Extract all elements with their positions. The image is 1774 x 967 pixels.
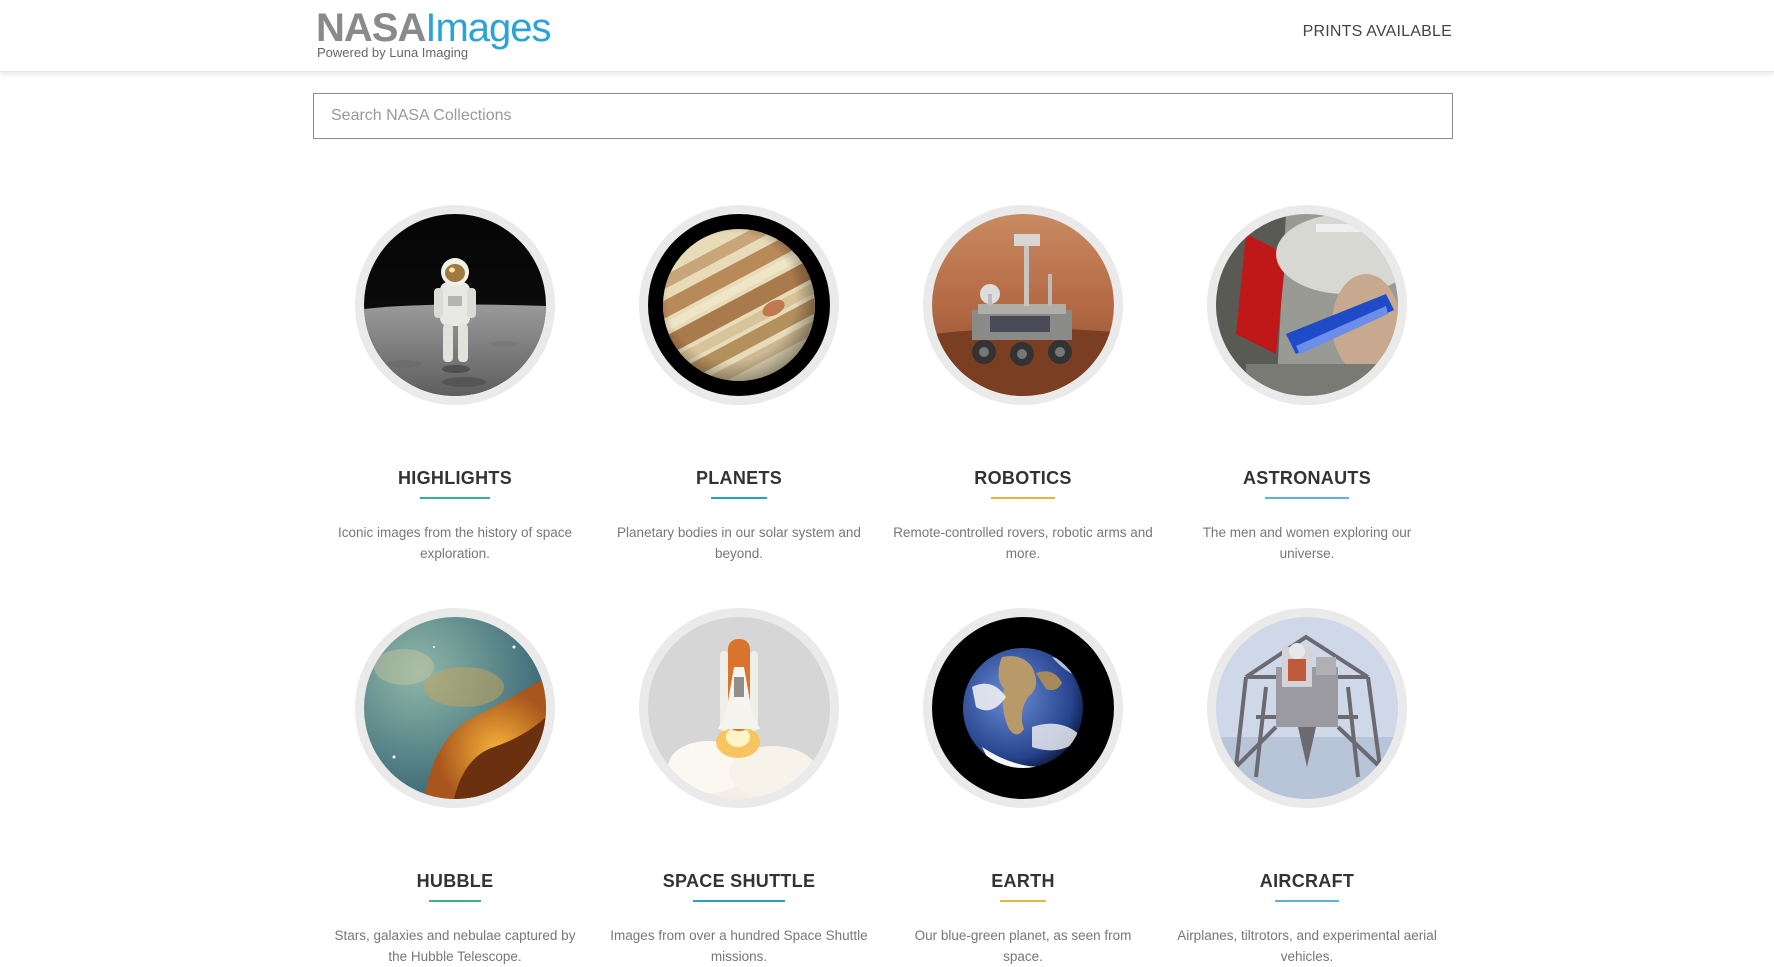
collection-description: Iconic images from the history of space … bbox=[337, 525, 573, 561]
mars-rover-image bbox=[932, 214, 1114, 396]
collection-thumbnail-planets[interactable] bbox=[639, 205, 839, 405]
collection-title[interactable]: AIRCRAFT bbox=[1165, 871, 1449, 892]
logo-nasa-text: NASA bbox=[316, 6, 426, 50]
collection-thumbnail-aircraft[interactable] bbox=[1207, 608, 1407, 808]
collection-title[interactable]: HIGHLIGHTS bbox=[313, 468, 597, 489]
collection-thumbnail-robotics[interactable] bbox=[923, 205, 1123, 405]
jupiter-image bbox=[648, 214, 830, 396]
collection-description: Remote-controlled rovers, robotic arms a… bbox=[893, 525, 1153, 561]
title-underline bbox=[1275, 900, 1339, 902]
astronaut-moon-image bbox=[364, 214, 546, 396]
title-underline bbox=[420, 497, 490, 499]
collection-thumbnail-highlights[interactable] bbox=[355, 205, 555, 405]
collection-description: Images from over a hundred Space Shuttle… bbox=[610, 928, 868, 964]
nasa-images-logo[interactable]: NASAImages Powered by Luna Imaging bbox=[316, 6, 552, 60]
logo-wordmark: NASAImages bbox=[316, 6, 552, 50]
title-underline bbox=[429, 900, 481, 902]
site-header: NASAImages Powered by Luna Imaging PRINT… bbox=[0, 0, 1774, 72]
search-input[interactable] bbox=[313, 93, 1453, 139]
collection-description: Planetary bodies in our solar system and… bbox=[617, 525, 861, 561]
earth-image bbox=[932, 617, 1114, 799]
collection-thumbnail-space-shuttle[interactable] bbox=[639, 608, 839, 808]
collection-thumbnail-hubble[interactable] bbox=[355, 608, 555, 808]
collection-description: Stars, galaxies and nebulae captured by … bbox=[334, 928, 576, 964]
title-underline bbox=[1000, 900, 1046, 902]
collection-title[interactable]: PLANETS bbox=[597, 468, 881, 489]
collection-title[interactable]: ROBOTICS bbox=[881, 468, 1165, 489]
collection-thumbnail-astronauts[interactable] bbox=[1207, 205, 1407, 405]
search-bar bbox=[313, 93, 1453, 139]
collection-description: Our blue-green planet, as seen from spac… bbox=[914, 928, 1132, 964]
collection-description: The men and women exploring our universe… bbox=[1202, 525, 1412, 561]
logo-images-text: Images bbox=[425, 6, 551, 50]
collection-description: Airplanes, tiltrotors, and experimental … bbox=[1177, 928, 1437, 964]
nebula-image bbox=[364, 617, 546, 799]
collection-title[interactable]: SPACE SHUTTLE bbox=[597, 871, 881, 892]
title-underline bbox=[991, 497, 1055, 499]
shuttle-launch-image bbox=[648, 617, 830, 799]
prints-available-link[interactable]: PRINTS AVAILABLE bbox=[1303, 23, 1452, 41]
astronaut-helmet-image bbox=[1216, 214, 1398, 396]
lunar-landing-vehicle-image bbox=[1216, 617, 1398, 799]
title-underline bbox=[1265, 497, 1349, 499]
title-underline bbox=[693, 900, 785, 902]
title-underline bbox=[711, 497, 767, 499]
collection-title[interactable]: EARTH bbox=[881, 871, 1165, 892]
collection-title[interactable]: HUBBLE bbox=[313, 871, 597, 892]
collection-thumbnail-earth[interactable] bbox=[923, 608, 1123, 808]
collection-title[interactable]: ASTRONAUTS bbox=[1165, 468, 1449, 489]
